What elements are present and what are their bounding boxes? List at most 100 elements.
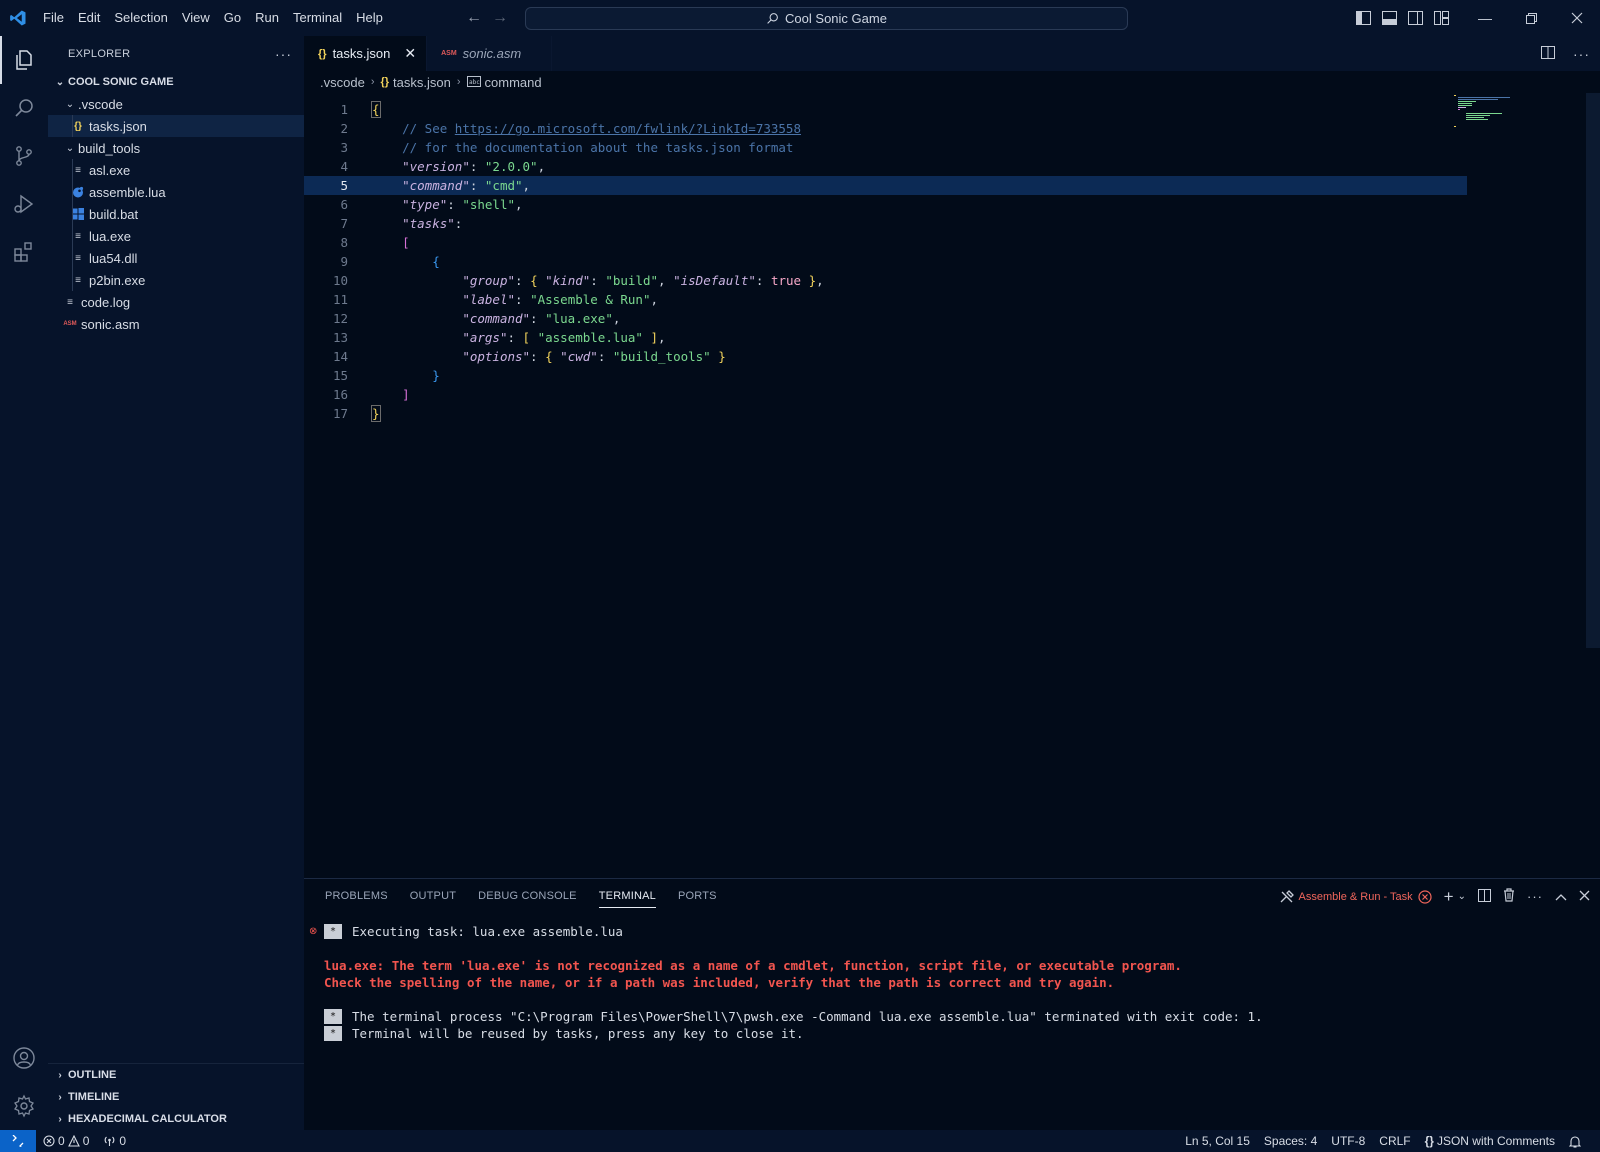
ports-status[interactable]: 0 [96, 1130, 133, 1152]
breadcrumb-item[interactable]: .vscode [320, 75, 365, 90]
code-string: "build" [605, 273, 659, 288]
problems-status[interactable]: 0 0 [36, 1130, 96, 1152]
tree-item-p2bin-exe[interactable]: ≡ p2bin.exe [48, 269, 304, 291]
toggle-panel-icon[interactable] [1381, 10, 1398, 27]
new-terminal-icon[interactable]: + [1444, 887, 1454, 907]
split-editor-icon[interactable] [1541, 45, 1555, 62]
more-actions-icon[interactable]: ··· [275, 46, 292, 62]
folder-section-header[interactable]: ⌄ COOL SONIC GAME [48, 71, 304, 93]
terminal-line: * Executing task: lua.exe assemble.lua [324, 923, 1263, 940]
encoding[interactable]: UTF-8 [1324, 1130, 1372, 1152]
menu-file[interactable]: File [36, 0, 71, 36]
menu-terminal[interactable]: Terminal [286, 0, 349, 36]
extensions-icon[interactable] [0, 228, 48, 276]
tab-sonic-asm[interactable]: ASM sonic.asm [427, 36, 553, 71]
settings-gear-icon[interactable] [0, 1082, 48, 1130]
line-number: 10 [332, 273, 348, 288]
explorer-icon[interactable] [0, 36, 48, 84]
close-window-icon[interactable] [1554, 0, 1600, 36]
account-icon[interactable] [0, 1034, 48, 1082]
menu-edit[interactable]: Edit [71, 0, 107, 36]
minimize-icon[interactable]: — [1462, 0, 1508, 36]
tree-item-lua54-dll[interactable]: ≡ lua54.dll [48, 247, 304, 269]
panel-tab-debug-console[interactable]: DEBUG CONSOLE [467, 879, 588, 914]
code-key: "cwd" [560, 349, 598, 364]
outline-section[interactable]: › OUTLINE [48, 1064, 304, 1086]
tree-item-tasks-json[interactable]: {} tasks.json [48, 115, 304, 137]
explorer-sidebar: EXPLORER ··· ⌄ COOL SONIC GAME ⌄ .vscode… [48, 36, 304, 1130]
tree-item-sonic-asm[interactable]: ASM sonic.asm [48, 313, 304, 335]
command-center[interactable]: Cool Sonic Game [525, 7, 1128, 30]
chevron-down-icon[interactable]: ⌄ [1458, 891, 1466, 902]
toggle-primary-sidebar-icon[interactable] [1355, 10, 1372, 27]
terminal-output[interactable]: * Executing task: lua.exe assemble.lua lu… [324, 923, 1263, 1042]
menu-run[interactable]: Run [248, 0, 286, 36]
menu-view[interactable]: View [175, 0, 217, 36]
code-link[interactable]: https://go.microsoft.com/fwlink/?LinkId=… [455, 121, 801, 136]
line-ending[interactable]: CRLF [1372, 1130, 1417, 1152]
menu-go[interactable]: Go [217, 0, 248, 36]
indentation[interactable]: Spaces: 4 [1257, 1130, 1324, 1152]
more-actions-icon[interactable]: ··· [1573, 46, 1590, 62]
code-key: "isDefault" [673, 273, 756, 288]
code-key: "version" [402, 159, 470, 174]
indent-guide [72, 159, 73, 291]
language-mode[interactable]: {} JSON with Comments [1418, 1130, 1562, 1152]
chevron-right-icon: › [370, 76, 375, 88]
forward-arrow-icon[interactable]: → [492, 9, 508, 27]
line-number: 5 [340, 178, 348, 193]
tree-item-build-tools-folder[interactable]: ⌄ build_tools [48, 137, 304, 159]
panel-tab-terminal[interactable]: TERMINAL [588, 879, 667, 914]
source-control-icon[interactable] [0, 132, 48, 180]
cursor-position[interactable]: Ln 5, Col 15 [1178, 1130, 1257, 1152]
warning-icon [67, 1135, 80, 1147]
search-icon [767, 13, 778, 24]
tree-item-build-bat[interactable]: build.bat [48, 203, 304, 225]
close-panel-icon[interactable] [1579, 889, 1590, 904]
indent-guide [72, 115, 73, 137]
notifications-bell-icon[interactable] [1562, 1130, 1588, 1152]
tab-tasks-json[interactable]: {} tasks.json ✕ [304, 36, 428, 71]
remote-indicator-icon[interactable] [0, 1130, 36, 1152]
tree-item-code-log[interactable]: ≡ code.log [48, 291, 304, 313]
menu-help[interactable]: Help [349, 0, 390, 36]
hex-calculator-section[interactable]: › HEXADECIMAL CALCULATOR [48, 1108, 304, 1130]
editor-scrollbar[interactable] [1586, 93, 1600, 648]
breadcrumb-item[interactable]: command [485, 75, 542, 90]
panel-tab-output[interactable]: OUTPUT [399, 879, 467, 914]
toggle-secondary-sidebar-icon[interactable] [1407, 10, 1424, 27]
tree-item-vscode-folder[interactable]: ⌄ .vscode [48, 93, 304, 115]
code-line: 7 "tasks": [304, 214, 1467, 233]
json-file-icon: {} [318, 47, 327, 60]
menu-selection[interactable]: Selection [107, 0, 174, 36]
terminal-task-selector[interactable]: Assemble & Run - Task [1280, 889, 1432, 904]
maximize-panel-icon[interactable] [1555, 889, 1567, 904]
more-actions-icon[interactable]: ··· [1527, 889, 1543, 904]
minimap[interactable] [1452, 93, 1522, 133]
code-key: "tasks" [402, 216, 455, 231]
run-debug-icon[interactable] [0, 180, 48, 228]
search-view-icon[interactable] [0, 84, 48, 132]
tree-item-assemble-lua[interactable]: assemble.lua [48, 181, 304, 203]
code-token: { [432, 254, 440, 269]
tree-item-lua-exe[interactable]: ≡ lua.exe [48, 225, 304, 247]
trash-icon[interactable] [1503, 888, 1515, 905]
line-number: 12 [332, 311, 348, 326]
timeline-section[interactable]: › TIMELINE [48, 1086, 304, 1108]
code-comment: // for the documentation about the tasks… [402, 140, 794, 155]
chevron-right-icon: › [58, 1091, 62, 1103]
code-editor[interactable]: 1{ 2 // See https://go.microsoft.com/fwl… [304, 93, 1554, 878]
tree-item-asl-exe[interactable]: ≡ asl.exe [48, 159, 304, 181]
back-arrow-icon[interactable]: ← [466, 9, 482, 27]
editor-tabs: {} tasks.json ✕ ASM sonic.asm ··· [304, 36, 1600, 71]
code-token: [ [402, 235, 410, 250]
split-terminal-icon[interactable] [1478, 888, 1491, 905]
breadcrumb-item[interactable]: tasks.json [393, 75, 451, 90]
panel-tab-problems[interactable]: PROBLEMS [314, 879, 399, 914]
close-tab-icon[interactable]: ✕ [404, 45, 416, 62]
line-number: 2 [340, 121, 348, 136]
customize-layout-icon[interactable] [1433, 10, 1450, 27]
panel-tab-ports[interactable]: PORTS [667, 879, 728, 914]
restore-icon[interactable] [1508, 0, 1554, 36]
